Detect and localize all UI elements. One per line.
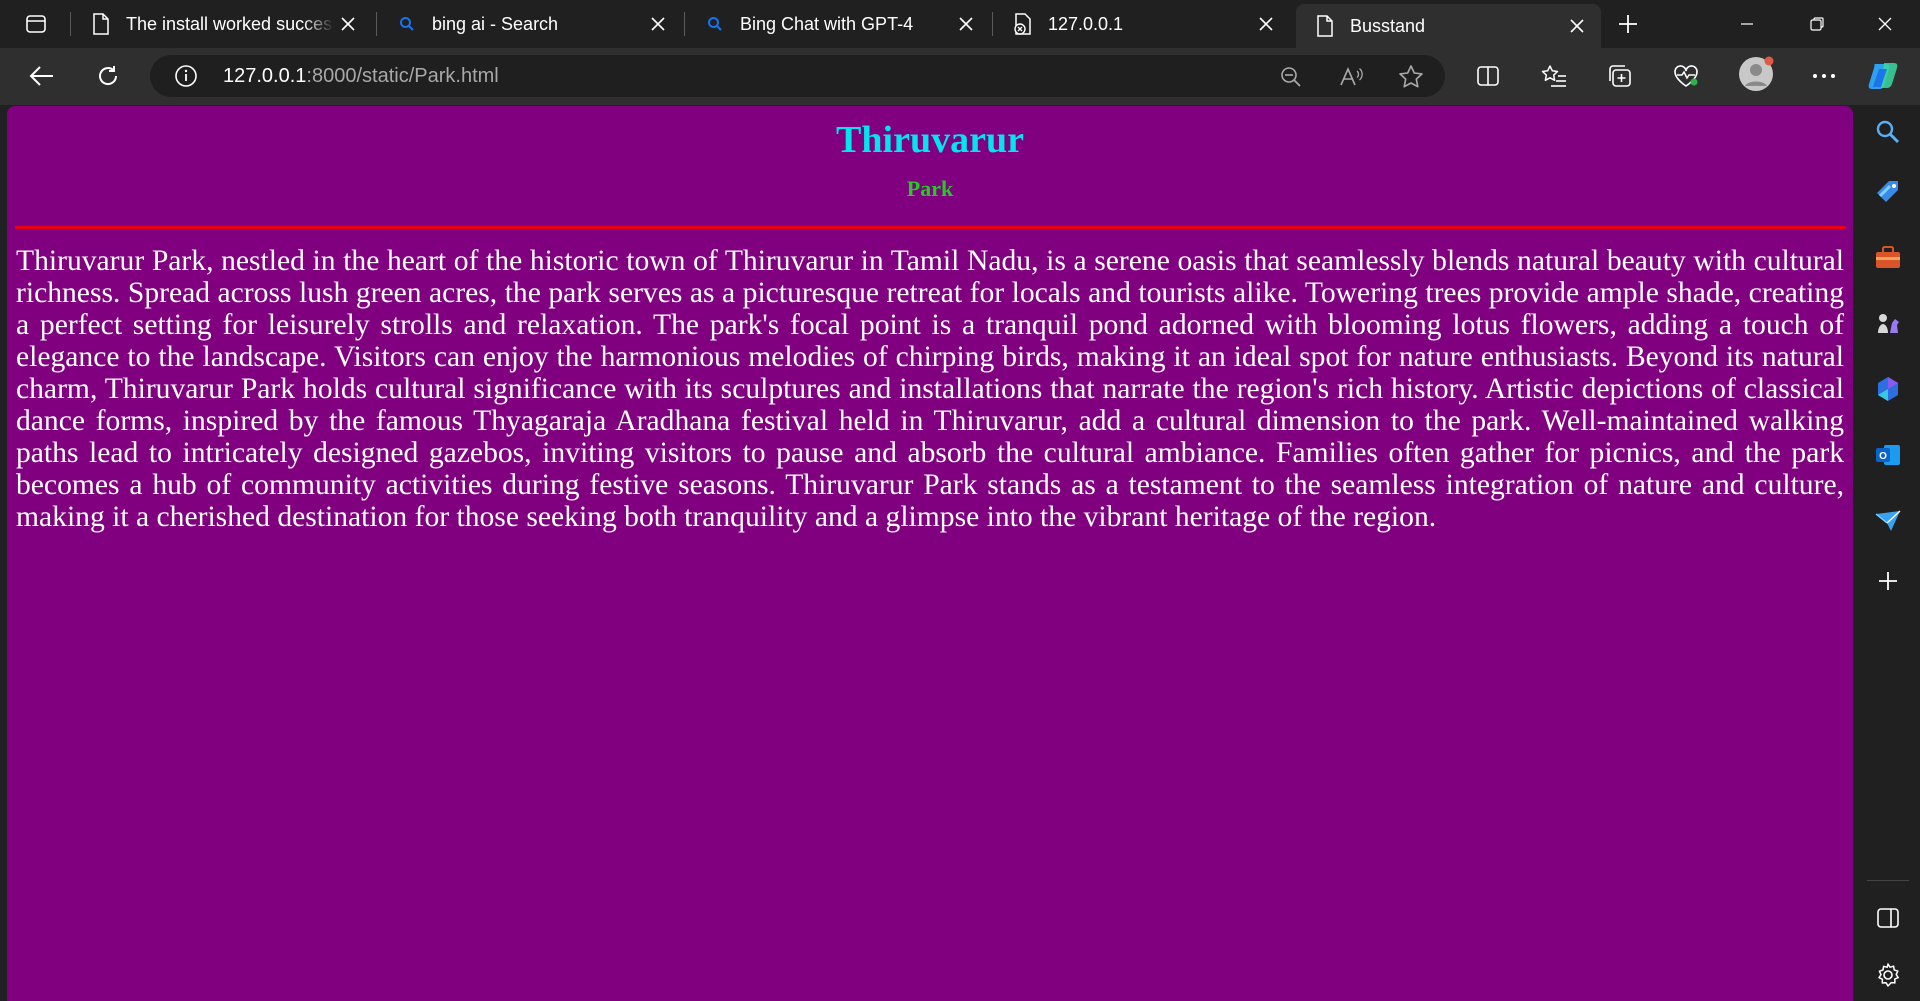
tab-title: bing ai - Search [432,13,559,34]
more-dots-icon [1812,73,1836,79]
hide-sidebar-button[interactable] [1870,900,1906,936]
tab-title: 127.0.0.1 [1048,13,1124,34]
zoom-out-icon[interactable] [1277,63,1305,91]
add-icon [1877,570,1899,592]
park-description: Thiruvarur Park, nestled in the heart of… [16,245,1844,533]
sidebar-shopping-button[interactable] [1870,174,1906,210]
sidebar-outlook-button[interactable]: O [1870,437,1906,473]
copilot-button[interactable] [1864,58,1904,94]
tab-actions-button[interactable] [18,10,54,38]
profile-button[interactable] [1736,56,1776,92]
broken-page-icon [1012,13,1034,35]
address-bar[interactable]: 127.0.0.1:8000/static/Park.html [150,55,1445,97]
refresh-icon [96,64,120,88]
page-subtitle: Park [906,176,954,201]
back-button[interactable] [22,58,62,94]
tab-title: The install worked successfully! Congrat… [126,13,334,34]
page-title: Thiruvarur [836,119,1024,161]
plus-icon [1618,14,1638,34]
divider [14,226,1846,229]
tab-title: Busstand [1350,15,1426,36]
site-info-icon[interactable] [174,64,198,88]
sidebar-add-button[interactable] [1870,563,1906,599]
minimize-icon [1739,16,1755,32]
tab-separator [376,12,377,36]
favorites-button[interactable] [1534,58,1574,94]
copilot-icon [1874,375,1902,403]
sidebar-drop-button[interactable] [1870,503,1906,539]
tab-actions-icon [25,13,47,35]
settings-icon [1875,962,1901,988]
page-icon [90,13,112,35]
browser-essentials-button[interactable] [1666,58,1706,94]
sidebar-toggle-icon [1876,907,1900,929]
url-path: :8000/static/Park.html [306,65,499,87]
read-aloud-icon[interactable] [1337,63,1365,91]
close-icon [1877,16,1893,32]
web-page: Thiruvarur Park Thiruvarur Park, nestled… [7,106,1853,1001]
url-text[interactable]: 127.0.0.1:8000/static/Park.html [223,55,499,97]
outlook-icon: O [1874,441,1902,469]
close-tab-icon[interactable] [1563,12,1591,40]
tab-busstand[interactable]: Busstand [1296,4,1601,48]
favorite-star-icon[interactable] [1397,63,1425,91]
split-screen-icon [1476,65,1500,87]
close-tab-icon[interactable] [1252,10,1280,38]
close-tab-icon[interactable] [644,10,672,38]
close-window-button[interactable] [1850,0,1920,48]
send-icon [1874,508,1902,534]
tab-bing-chat[interactable]: Bing Chat with GPT-4 [686,0,990,48]
copilot-icon [1866,60,1902,92]
tab-strip: The install worked successfully! Congrat… [0,0,1920,48]
heart-pulse-icon [1672,64,1700,88]
sidebar-settings-button[interactable] [1870,957,1906,993]
sidebar-search-button[interactable] [1870,114,1906,150]
tab-title: Bing Chat with GPT-4 [740,13,914,34]
tab-separator [684,12,685,36]
url-host: 127.0.0.1 [223,65,307,87]
restore-button[interactable] [1782,0,1852,48]
settings-more-button[interactable] [1804,58,1844,94]
refresh-button[interactable] [88,58,128,94]
tag-icon [1874,178,1902,206]
search-icon [396,13,418,35]
sidebar-games-button[interactable] [1870,305,1906,341]
collections-icon [1607,64,1633,88]
close-tab-icon[interactable] [334,10,362,38]
restore-icon [1809,16,1825,32]
collections-button[interactable] [1600,58,1640,94]
back-arrow-icon [29,65,55,87]
search-icon [1875,119,1901,145]
sidebar-copilot-button[interactable] [1870,371,1906,407]
tab-bing-search[interactable]: bing ai - Search [378,0,682,48]
sidebar-divider [1867,880,1909,881]
tab-separator [992,12,993,36]
close-tab-icon[interactable] [952,10,980,38]
new-tab-button[interactable] [1610,8,1646,40]
tab-install-worked[interactable]: The install worked successfully! Congrat… [72,0,372,48]
briefcase-icon [1874,245,1902,271]
favorites-list-icon [1541,64,1567,88]
split-screen-button[interactable] [1468,58,1508,94]
navigation-toolbar: 127.0.0.1:8000/static/Park.html [0,48,1920,105]
edge-sidebar: O [1855,105,1920,1001]
svg-text:O: O [1879,451,1887,462]
chess-icon [1874,309,1902,337]
sidebar-tools-button[interactable] [1870,240,1906,276]
search-icon [704,13,726,35]
avatar [1737,55,1775,93]
tab-localhost[interactable]: 127.0.0.1 [994,0,1290,48]
page-icon [1314,15,1336,37]
minimize-button[interactable] [1712,0,1782,48]
tab-separator [70,12,71,36]
